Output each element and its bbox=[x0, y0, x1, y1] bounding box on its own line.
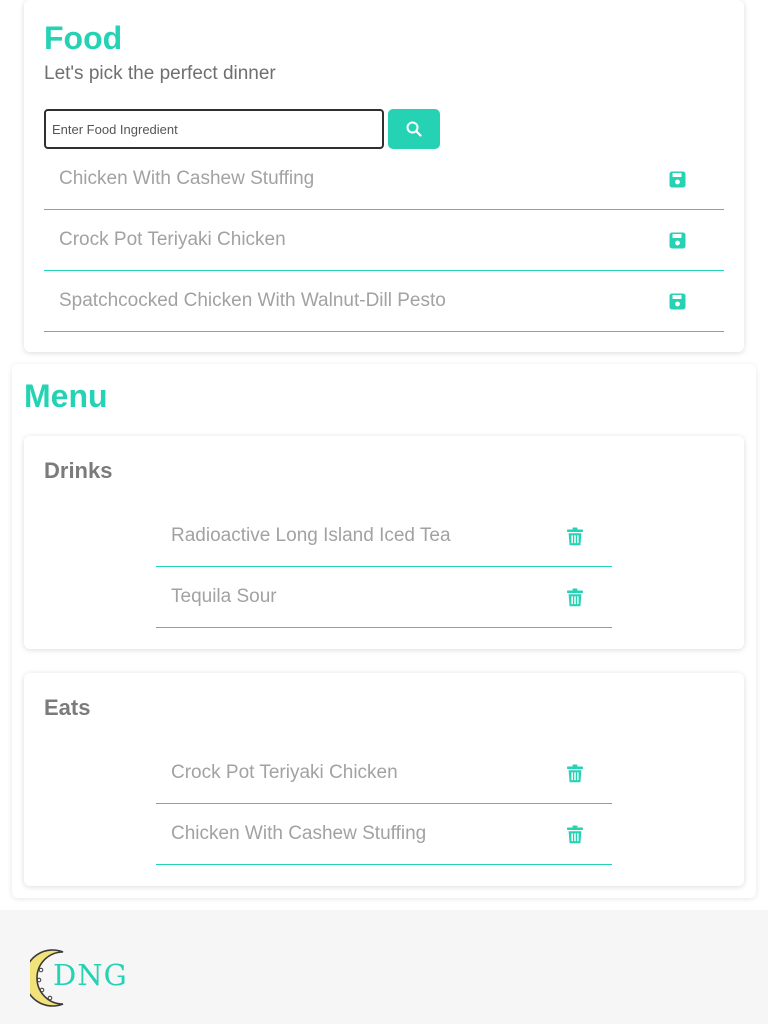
eat-item-row: Crock Pot Teriyaki Chicken bbox=[156, 743, 612, 804]
drinks-title: Drinks bbox=[44, 458, 113, 483]
drink-item-row: Radioactive Long Island Iced Tea bbox=[156, 506, 612, 567]
save-icon[interactable] bbox=[668, 170, 686, 188]
search-icon bbox=[406, 121, 422, 137]
ingredient-search-input[interactable] bbox=[44, 109, 384, 149]
food-result-row: Spatchcocked Chicken With Walnut-Dill Pe… bbox=[44, 271, 724, 332]
eats-title: Eats bbox=[44, 695, 91, 720]
food-result-name: Spatchcocked Chicken With Walnut-Dill Pe… bbox=[59, 290, 446, 311]
drink-item-name: Radioactive Long Island Iced Tea bbox=[171, 525, 451, 546]
drinks-card: Drinks Radioactive Long Island Iced Tea … bbox=[24, 436, 744, 649]
food-result-name: Crock Pot Teriyaki Chicken bbox=[59, 229, 286, 250]
drink-item-row: Tequila Sour bbox=[156, 567, 612, 628]
logo-dot bbox=[38, 967, 44, 973]
drink-item-name: Tequila Sour bbox=[171, 586, 277, 607]
eats-card: Eats Crock Pot Teriyaki Chicken Chicken … bbox=[24, 673, 744, 886]
save-icon[interactable] bbox=[668, 231, 686, 249]
food-subtitle: Let's pick the perfect dinner bbox=[44, 63, 276, 84]
dng-logo[interactable]: DNG bbox=[30, 947, 130, 1011]
food-result-name: Chicken With Cashew Stuffing bbox=[59, 168, 315, 189]
search-button[interactable] bbox=[388, 109, 440, 149]
food-result-row: Chicken With Cashew Stuffing bbox=[44, 149, 724, 210]
trash-icon[interactable] bbox=[566, 825, 584, 843]
trash-icon[interactable] bbox=[566, 588, 584, 606]
eat-item-row: Chicken With Cashew Stuffing bbox=[156, 804, 612, 865]
trash-icon[interactable] bbox=[566, 527, 584, 545]
eat-item-name: Crock Pot Teriyaki Chicken bbox=[171, 762, 398, 783]
eat-item-name: Chicken With Cashew Stuffing bbox=[171, 823, 427, 844]
food-title: Food bbox=[44, 20, 123, 56]
save-icon[interactable] bbox=[668, 292, 686, 310]
logo-text: DNG bbox=[53, 958, 128, 992]
food-result-row: Crock Pot Teriyaki Chicken bbox=[44, 210, 724, 271]
trash-icon[interactable] bbox=[566, 764, 584, 782]
menu-title: Menu bbox=[24, 378, 108, 414]
logo-dot bbox=[47, 995, 53, 1001]
food-search-card: Food Let's pick the perfect dinner Chick… bbox=[24, 0, 744, 352]
